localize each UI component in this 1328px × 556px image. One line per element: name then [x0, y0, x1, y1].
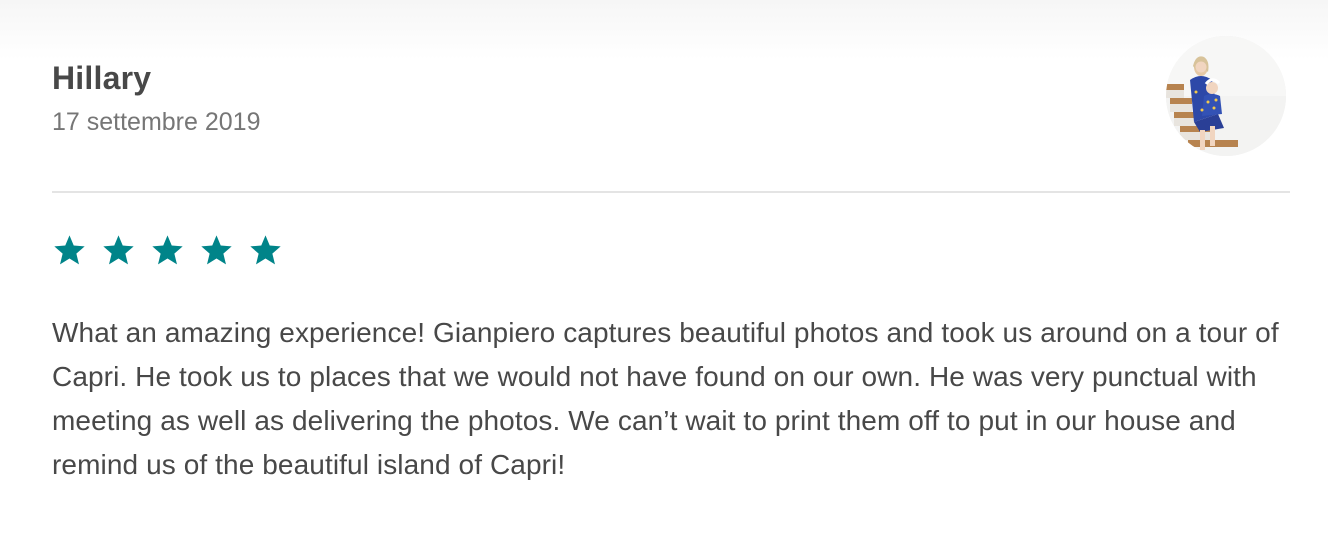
star-icon: [152, 235, 183, 265]
reviewer-name: Hillary: [52, 60, 152, 96]
star-icon: [54, 235, 85, 265]
star-icon: [103, 235, 134, 265]
reviewer-avatar[interactable]: [1166, 36, 1286, 156]
review-date: 17 settembre 2019: [52, 108, 261, 136]
review-card: Hillary 17 settembre 2019 What an amazin…: [52, 0, 1290, 556]
star-icon: [250, 235, 281, 265]
star-icon: [201, 235, 232, 265]
review-text: What an amazing experience! Gianpiero ca…: [52, 317, 1279, 480]
divider: [52, 191, 1290, 193]
avatar-photo: [1166, 36, 1286, 156]
star-rating: [52, 233, 283, 273]
